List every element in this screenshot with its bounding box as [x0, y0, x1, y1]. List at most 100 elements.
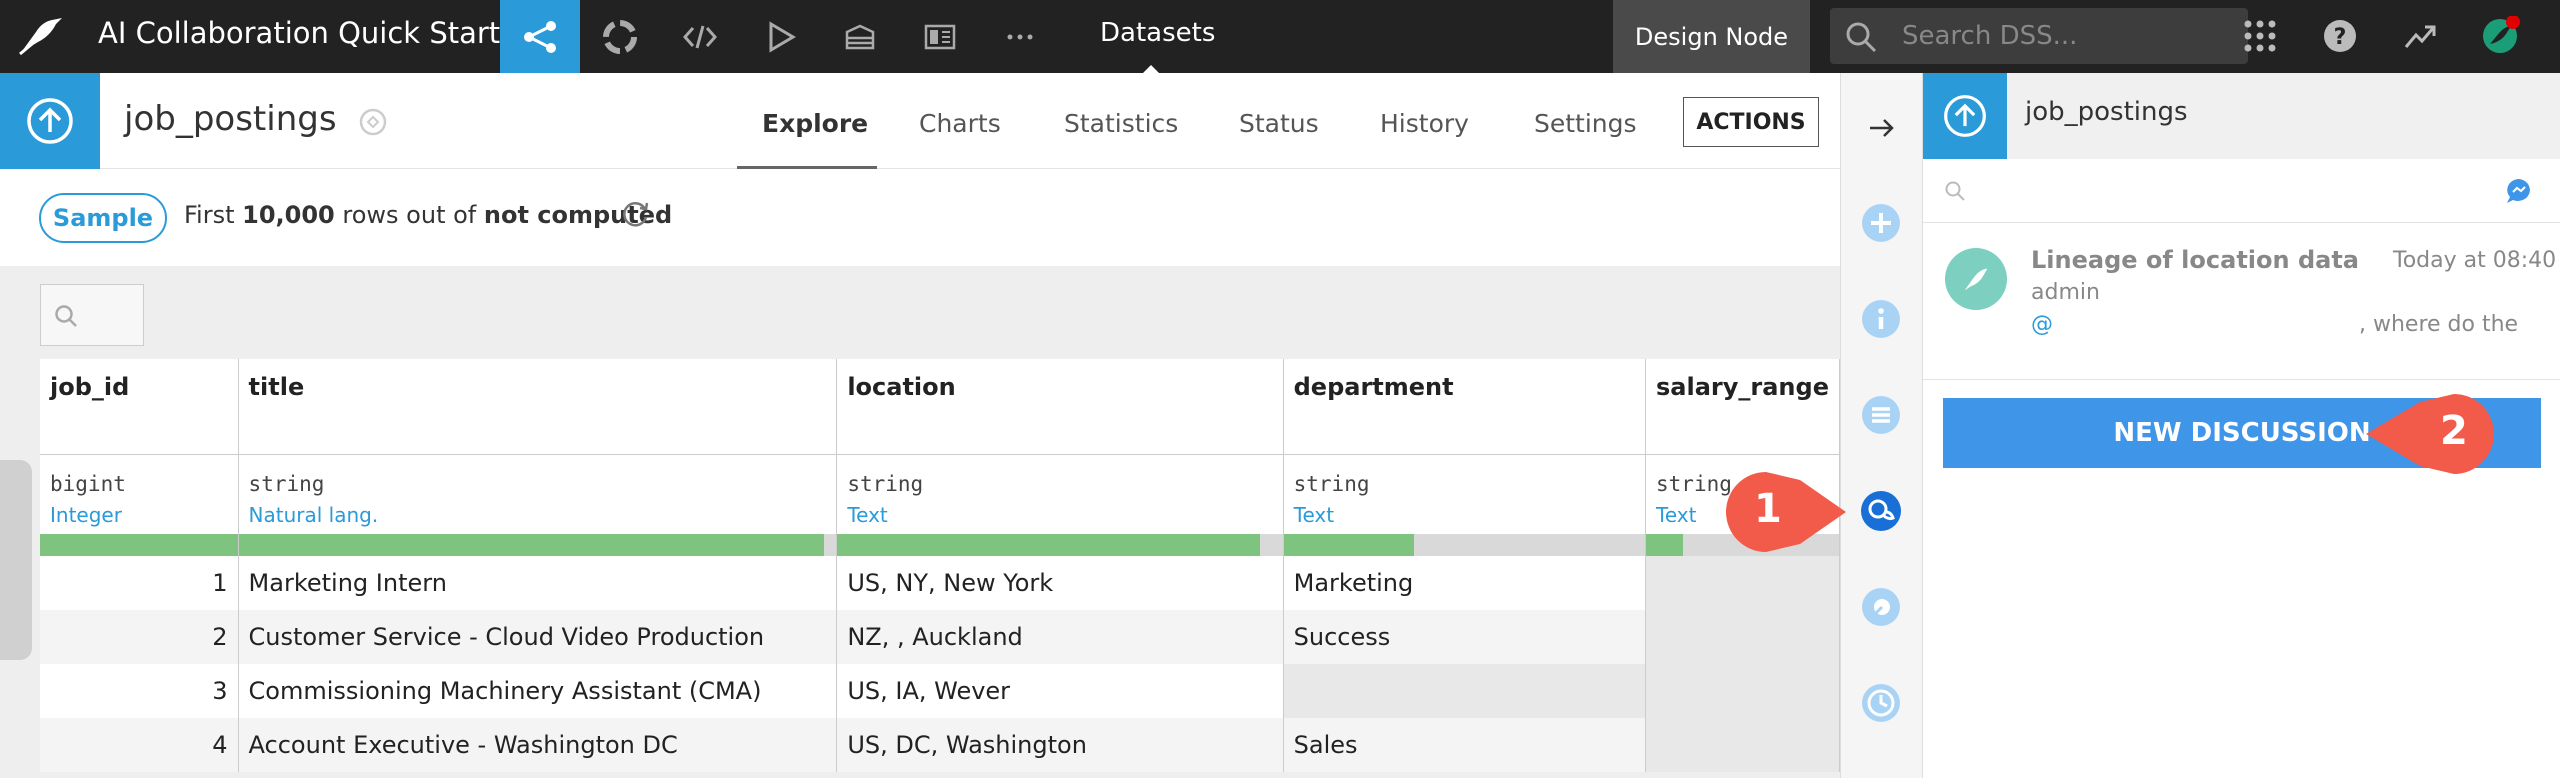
- discussions-icon[interactable]: [1860, 490, 1902, 532]
- sample-row-count: 10,000: [242, 201, 335, 229]
- column-storage-type[interactable]: string: [238, 454, 838, 496]
- column-header-salary-range[interactable]: salary_range: [1645, 359, 1840, 455]
- dataset-upload-icon: [0, 73, 100, 169]
- help-icon[interactable]: ?: [2316, 12, 2364, 60]
- cell-job-id[interactable]: 2: [40, 610, 239, 664]
- tab-settings[interactable]: Settings: [1534, 109, 1637, 138]
- cell-location[interactable]: US, IA, Wever: [836, 664, 1284, 718]
- cell-location[interactable]: US, NY, New York: [836, 556, 1284, 610]
- column-meaning[interactable]: Text: [1283, 496, 1647, 534]
- user-avatar-icon[interactable]: [2476, 12, 2524, 60]
- quality-bar[interactable]: [40, 534, 238, 556]
- quality-bar-valid: [238, 534, 825, 556]
- column-storage-type[interactable]: bigint: [40, 454, 239, 496]
- tab-status[interactable]: Status: [1239, 109, 1319, 138]
- flow-icon[interactable]: [500, 0, 580, 73]
- quality-bar-valid: [1283, 534, 1414, 556]
- quality-bar[interactable]: [238, 534, 836, 556]
- column-storage-type[interactable]: string: [836, 454, 1284, 496]
- panel-resize-handle[interactable]: [0, 460, 32, 660]
- table-row: 2 Customer Service - Cloud Video Product…: [40, 610, 1840, 664]
- tab-history[interactable]: History: [1380, 109, 1469, 138]
- shared-dataset-icon[interactable]: [358, 107, 388, 137]
- callout-number: 2: [2440, 408, 2468, 454]
- cell-salary-range[interactable]: [1645, 556, 1840, 610]
- cell-department[interactable]: Marketing: [1283, 556, 1647, 610]
- tab-charts[interactable]: Charts: [919, 109, 1001, 138]
- cell-salary-range[interactable]: [1645, 610, 1840, 664]
- sample-bar: Sample First 10,000 rows out of not comp…: [0, 169, 1840, 266]
- tab-statistics[interactable]: Statistics: [1064, 109, 1178, 138]
- discussion-item[interactable]: Lineage of location data Today at 08:40 …: [1923, 224, 2560, 380]
- column-header-job-id[interactable]: job_id: [40, 359, 239, 455]
- cell-department[interactable]: [1283, 664, 1647, 718]
- table-row: 1 Marketing Intern US, NY, New York Mark…: [40, 556, 1840, 610]
- cell-location[interactable]: US, DC, Washington: [836, 718, 1284, 772]
- lab-icon[interactable]: [1860, 586, 1902, 628]
- quality-bar[interactable]: [837, 534, 1283, 556]
- quality-bar[interactable]: [1283, 534, 1645, 556]
- run-icon[interactable]: [740, 0, 820, 73]
- column-header-department[interactable]: department: [1283, 359, 1647, 455]
- cell-job-id[interactable]: 1: [40, 556, 239, 610]
- quality-bar-valid: [40, 534, 238, 556]
- cell-job-id[interactable]: 4: [40, 718, 239, 772]
- chat-bubble-icon[interactable]: [2505, 177, 2533, 205]
- dashboard-icon[interactable]: [900, 0, 980, 73]
- cell-job-id[interactable]: 3: [40, 664, 239, 718]
- refresh-icon[interactable]: [618, 197, 652, 231]
- project-title[interactable]: AI Collaboration Quick Start: [98, 16, 500, 50]
- info-icon[interactable]: [1860, 298, 1902, 340]
- callout-1: 1: [1722, 468, 1852, 556]
- column-filter-input[interactable]: [40, 284, 144, 346]
- right-icon-strip: [1840, 73, 1922, 778]
- cell-title[interactable]: Commissioning Machinery Assistant (CMA): [238, 664, 838, 718]
- discussion-author: admin: [2031, 280, 2100, 305]
- code-icon[interactable]: [660, 0, 740, 73]
- discussion-search-input[interactable]: [1923, 159, 2560, 223]
- column-header-title[interactable]: title: [238, 359, 838, 455]
- section-datasets-link[interactable]: Datasets: [1100, 18, 1215, 48]
- history-icon[interactable]: [1860, 682, 1902, 724]
- column-storage-type[interactable]: string: [1283, 454, 1647, 496]
- quality-bar-valid: [1646, 534, 1683, 556]
- more-icon[interactable]: [980, 0, 1060, 73]
- avatar: [1945, 248, 2007, 310]
- column-header-location[interactable]: location: [836, 359, 1284, 455]
- data-grid: job_id title location department salary_…: [40, 359, 1840, 772]
- callout-number: 1: [1754, 486, 1782, 532]
- arrow-right-icon[interactable]: [1860, 107, 1902, 149]
- stack-icon[interactable]: [820, 0, 900, 73]
- apps-grid-icon[interactable]: [2236, 12, 2284, 60]
- cell-salary-range[interactable]: [1645, 664, 1840, 718]
- cell-salary-range[interactable]: [1645, 718, 1840, 772]
- dataiku-logo[interactable]: [16, 14, 66, 58]
- global-search-input[interactable]: Search DSS...: [1830, 8, 2248, 64]
- add-icon[interactable]: [1860, 202, 1902, 244]
- search-icon: [1945, 181, 1965, 201]
- discussion-timestamp: Today at 08:40: [2393, 248, 2557, 273]
- cell-location[interactable]: NZ, , Auckland: [836, 610, 1284, 664]
- tab-explore[interactable]: Explore: [762, 109, 868, 138]
- cell-department[interactable]: Sales: [1283, 718, 1647, 772]
- sample-button[interactable]: Sample: [39, 193, 167, 243]
- search-placeholder: Search DSS...: [1902, 21, 2078, 51]
- lab-icon[interactable]: [580, 0, 660, 73]
- search-icon: [55, 305, 77, 327]
- trending-icon[interactable]: [2396, 12, 2444, 60]
- cell-department[interactable]: Success: [1283, 610, 1647, 664]
- column-meaning[interactable]: Text: [836, 496, 1284, 534]
- cell-title[interactable]: Account Executive - Washington DC: [238, 718, 838, 772]
- design-node-badge[interactable]: Design Node: [1613, 0, 1810, 73]
- top-navigation-bar: AI Collaboration Quick Start Datasets De…: [0, 0, 2560, 74]
- cell-title[interactable]: Marketing Intern: [238, 556, 838, 610]
- list-icon[interactable]: [1860, 394, 1902, 436]
- column-meaning[interactable]: Natural lang.: [238, 496, 838, 534]
- panel-title: job_postings: [2025, 97, 2188, 127]
- discussion-snippet: , where do the: [2359, 312, 2519, 337]
- actions-button[interactable]: ACTIONS: [1683, 97, 1819, 147]
- sample-summary: First 10,000 rows out of not computed: [184, 201, 672, 229]
- svg-text:?: ?: [2334, 25, 2347, 50]
- column-meaning[interactable]: Integer: [40, 496, 239, 534]
- cell-title[interactable]: Customer Service - Cloud Video Productio…: [238, 610, 838, 664]
